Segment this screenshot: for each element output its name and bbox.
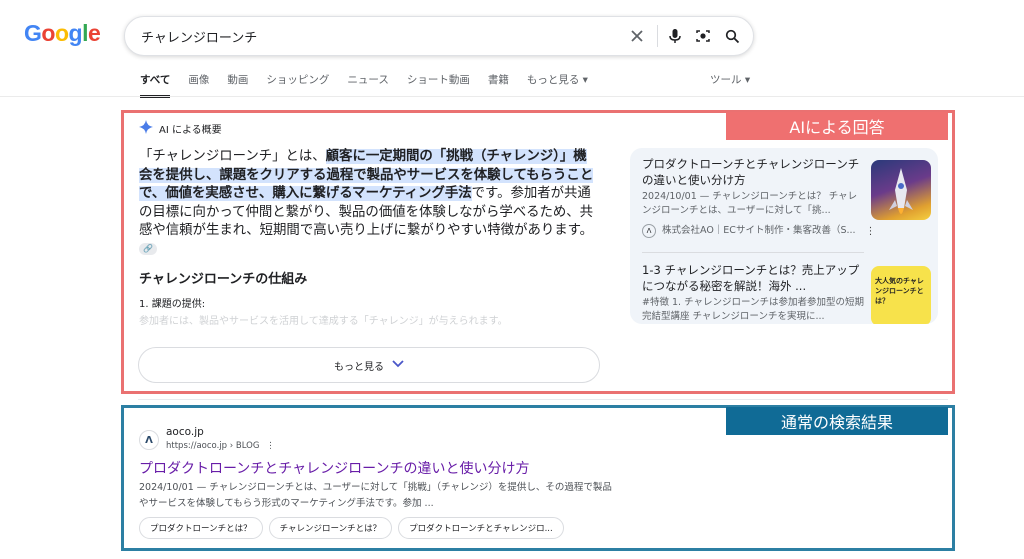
sparkle-icon	[139, 120, 153, 137]
tab-images[interactable]: 画像	[188, 72, 209, 98]
tab-news[interactable]: ニュース	[347, 72, 388, 98]
result-site-url[interactable]: https://aoco.jp › BLOG ⋮	[166, 441, 275, 451]
more-options-icon[interactable]: ⋮	[266, 441, 275, 451]
search-box[interactable]: チャレンジローンチ	[124, 16, 754, 56]
ai-text-pre: 「チャレンジローンチ」とは、	[139, 149, 326, 164]
ai-list-item: 1. 課題の提供:	[139, 299, 206, 310]
logo-letter: e	[87, 20, 101, 46]
thumbnail-text: 大人気のチャレンジローンチとは？	[875, 277, 924, 305]
tab-shopping[interactable]: ショッピング	[266, 72, 329, 98]
header-divider	[0, 96, 1024, 97]
more-options-icon[interactable]: ⋮	[866, 226, 876, 237]
normal-result-banner: 通常の検索結果	[726, 407, 948, 435]
result-site-name[interactable]: aoco.jp	[166, 426, 204, 438]
ai-overview-label: AI による概要	[159, 125, 222, 136]
link-icon[interactable]: 🔗	[139, 242, 157, 255]
search-divider	[657, 25, 658, 47]
search-tabs: すべて 画像 動画 ショッピング ニュース ショート動画 書籍 もっと見る ▾	[140, 72, 588, 98]
clear-icon[interactable]	[627, 26, 647, 46]
tab-all[interactable]: すべて	[140, 72, 171, 98]
camera-lens-icon[interactable]	[693, 26, 713, 46]
tools-button[interactable]: ツール ▾	[710, 72, 750, 87]
source-favicon-icon: Λ	[642, 224, 656, 238]
tab-short-videos[interactable]: ショート動画	[407, 72, 470, 98]
ai-overview-text: 「チャレンジローンチ」とは、顧客に一定期間の「挑戦（チャレンジ）」機会を提供し、…	[139, 148, 599, 260]
source-card-site: 株式会社AO｜ECサイト制作・集客改善（S...	[662, 225, 856, 236]
tab-more[interactable]: もっと見る ▾	[527, 72, 588, 98]
ai-answer-banner: AIによる回答	[726, 112, 948, 140]
site-favicon-icon: Λ	[139, 430, 159, 450]
related-chip[interactable]: プロダクトローンチとは？	[139, 517, 263, 539]
related-chip[interactable]: チャレンジローンチとは？	[268, 517, 393, 539]
result-url-text: https://aoco.jp › BLOG	[166, 441, 260, 451]
show-more-label: もっと見る	[334, 361, 384, 373]
ai-faded-text: 参加者には、製品やサービスを活用して達成する「チャレンジ」が与えられます。	[139, 316, 508, 327]
logo-letter: g	[68, 20, 83, 46]
card-divider	[642, 252, 864, 253]
ai-source-cards: プロダクトローンチとチャレンジローンチの違いと使い分け方 2024/10/01 …	[630, 148, 938, 324]
chevron-down-icon	[392, 359, 404, 371]
ai-overview-header: AI による概要	[139, 120, 222, 137]
microphone-icon[interactable]	[665, 26, 685, 46]
source-card-title[interactable]: 1-3 チャレンジローンチとは？売上アップにつながる秘密を解説！海外 ...	[642, 262, 864, 294]
source-card-snippet: #特徴 1. チャレンジローンチは参加者参加型の短期完結型講座 チャレンジローン…	[642, 297, 864, 322]
section-divider	[138, 399, 948, 400]
result-snippet: 2024/10/01 — チャレンジローンチとは、ユーザーに対して「挑戦」（チャ…	[139, 482, 612, 509]
logo-letter: o	[54, 20, 69, 46]
source-card-title[interactable]: プロダクトローンチとチャレンジローンチの違いと使い分け方	[642, 156, 864, 188]
related-chip[interactable]: プロダクトローンチとチャレンジロ...	[398, 517, 564, 539]
ai-subheading: チャレンジローンチの仕組み	[139, 272, 308, 287]
related-chips: プロダクトローンチとは？ チャレンジローンチとは？ プロダクトローンチとチャレン…	[139, 517, 564, 539]
search-input[interactable]: チャレンジローンチ	[141, 27, 257, 46]
logo-letter: G	[24, 20, 42, 46]
source-card-snippet: 2024/10/01 — チャレンジローンチとは？ チャレンジローンチとは、ユー…	[642, 191, 858, 216]
source-card-thumbnail[interactable]	[871, 160, 931, 220]
source-card-meta: Λ 株式会社AO｜ECサイト制作・集客改善（S... ⋮	[642, 224, 876, 238]
search-icon[interactable]	[722, 26, 742, 46]
source-card-thumbnail[interactable]: 大人気のチャレンジローンチとは？	[871, 266, 931, 324]
show-more-button[interactable]: もっと見る	[138, 347, 600, 383]
tab-videos[interactable]: 動画	[227, 72, 248, 98]
result-title-link[interactable]: プロダクトローンチとチャレンジローンチの違いと使い分け方	[139, 458, 529, 478]
logo-letter: o	[41, 20, 55, 46]
tab-books[interactable]: 書籍	[488, 72, 509, 98]
google-logo[interactable]: Google	[24, 20, 101, 47]
